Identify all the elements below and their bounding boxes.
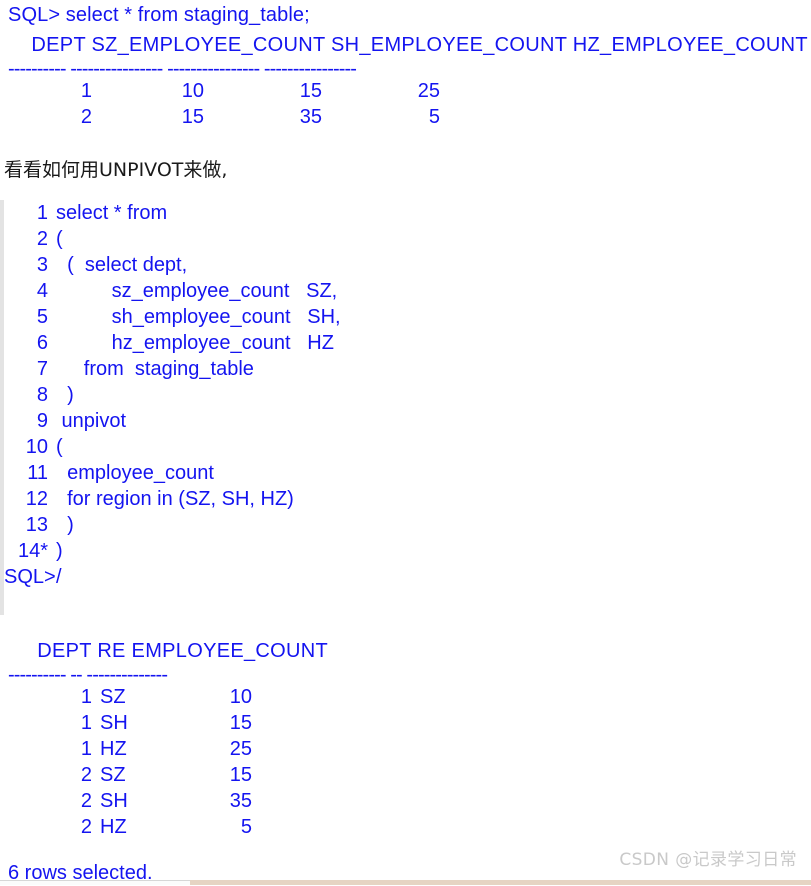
cell-dept: 2: [80, 790, 92, 812]
cell-gap: [92, 762, 100, 788]
line-number: 6: [36, 332, 48, 354]
cell-count: 15: [229, 712, 252, 734]
bottom-chrome-strip: [0, 880, 811, 885]
code-line: 6 hz_employee_count HZ: [4, 330, 760, 356]
line-number: 1: [36, 202, 48, 224]
cell-count: 5: [240, 816, 252, 838]
table-row: 2 SH 35: [0, 788, 811, 814]
prompt-label: SQL>: [4, 566, 56, 588]
line-number: 11: [27, 462, 48, 484]
table-row: 1 HZ 25: [0, 736, 811, 762]
code-line: 10 (: [4, 434, 760, 460]
code-line: 4 sz_employee_count SZ,: [4, 278, 760, 304]
line-text: from staging_table: [56, 358, 254, 380]
line-number: 2: [36, 228, 48, 250]
staging-table-row: 1 10 15 25: [0, 78, 811, 104]
cell-dept: 1: [80, 712, 92, 734]
code-line: 11 employee_count: [4, 460, 760, 486]
cell-count: 10: [229, 686, 252, 708]
cell-dept: 1: [80, 686, 92, 708]
cell-dept: 2: [80, 816, 92, 838]
cell-region: HZ: [100, 738, 127, 760]
cell-region: SH: [100, 790, 128, 812]
cell-region: SZ: [100, 686, 126, 708]
cell-sh: 35: [299, 106, 322, 128]
line-number: 9: [36, 410, 48, 432]
sql-prompt-line-1: SQL> select * from staging_table;: [8, 4, 310, 26]
sql-code-block: 1 select * from 2 ( 3 ( select dept, 4 s…: [0, 200, 760, 615]
cell-dept: 1: [80, 80, 92, 102]
screenshot-page: SQL> select * from staging_table; DEPT S…: [0, 0, 811, 885]
cell-sz: 10: [181, 80, 204, 102]
line-text: select * from: [56, 202, 168, 224]
line-text: ): [56, 540, 63, 562]
table-row: 1 SH 15: [0, 710, 811, 736]
cell-dept: 2: [80, 764, 92, 786]
bottom-strip-right: [190, 880, 811, 885]
prompt-command: /: [56, 566, 62, 588]
cell-region: SH: [100, 712, 128, 734]
cell-gap: [92, 684, 100, 710]
cell-gap: [92, 814, 100, 840]
line-text: sh_employee_count SH,: [56, 306, 341, 328]
chinese-note-paragraph: 看看如何用UNPIVOT来做,: [4, 159, 228, 181]
line-text: hz_employee_count HZ: [56, 332, 334, 354]
line-number: 4: [36, 280, 48, 302]
cell-hz: 25: [417, 80, 440, 102]
staging-table-column-headers: DEPT SZ_EMPLOYEE_COUNT SH_EMPLOYEE_COUNT…: [8, 34, 808, 56]
line-number: 5: [36, 306, 48, 328]
line-number: 13: [25, 514, 48, 536]
code-line: 1 select * from: [4, 200, 760, 226]
line-number: 14*: [17, 540, 48, 562]
cell-sh: 15: [299, 80, 322, 102]
line-text: for region in (SZ, SH, HZ): [56, 488, 294, 510]
csdn-watermark: CSDN @记录学习日常: [619, 850, 797, 870]
cell-gap: [92, 710, 100, 736]
first-query-output: SQL> select * from staging_table; DEPT S…: [0, 0, 811, 130]
code-line: 9 unpivot: [4, 408, 760, 434]
code-line: 2 (: [4, 226, 760, 252]
line-text: ): [56, 514, 74, 536]
line-text: unpivot: [56, 410, 127, 432]
cell-count: 35: [229, 790, 252, 812]
code-line: 8 ): [4, 382, 760, 408]
cell-count: 15: [229, 764, 252, 786]
cell-gap: [92, 736, 100, 762]
cell-sz: 15: [181, 106, 204, 128]
line-text: (: [56, 228, 63, 250]
cell-gap: [92, 788, 100, 814]
code-line: 7 from staging_table: [4, 356, 760, 382]
cell-region: HZ: [100, 816, 127, 838]
line-number: 3: [36, 254, 48, 276]
line-text: (: [56, 436, 63, 458]
line-text: sz_employee_count SZ,: [56, 280, 338, 302]
sql-prompt-line-2: SQL> /: [4, 564, 760, 590]
line-number: 10: [25, 436, 48, 458]
line-text: ( select dept,: [56, 254, 188, 276]
cell-dept: 1: [80, 738, 92, 760]
line-number: 12: [25, 488, 48, 510]
line-number: 8: [36, 384, 48, 406]
cell-count: 25: [229, 738, 252, 760]
result-table-column-headers: DEPT RE EMPLOYEE_COUNT: [8, 640, 329, 662]
line-number: 7: [36, 358, 48, 380]
result-table-rule: ---------- -- --------------: [8, 664, 168, 686]
table-row: 2 HZ 5: [0, 814, 811, 840]
code-line: 3 ( select dept,: [4, 252, 760, 278]
bottom-strip-left: [0, 880, 190, 885]
line-text: employee_count: [56, 462, 214, 484]
code-line: 14* ): [4, 538, 760, 564]
staging-table-rule: ---------- ---------------- ------------…: [8, 58, 357, 80]
table-row: 1 SZ 10: [0, 684, 811, 710]
cell-dept: 2: [80, 106, 92, 128]
code-line: 5 sh_employee_count SH,: [4, 304, 760, 330]
code-line: 13 ): [4, 512, 760, 538]
table-row: 2 SZ 15: [0, 762, 811, 788]
line-text: ): [56, 384, 74, 406]
cell-hz: 5: [428, 106, 440, 128]
staging-table-row: 2 15 35 5: [0, 104, 811, 130]
unpivot-query-output: DEPT RE EMPLOYEE_COUNT ---------- -- ---…: [0, 636, 811, 840]
code-line: 12 for region in (SZ, SH, HZ): [4, 486, 760, 512]
cell-region: SZ: [100, 764, 126, 786]
